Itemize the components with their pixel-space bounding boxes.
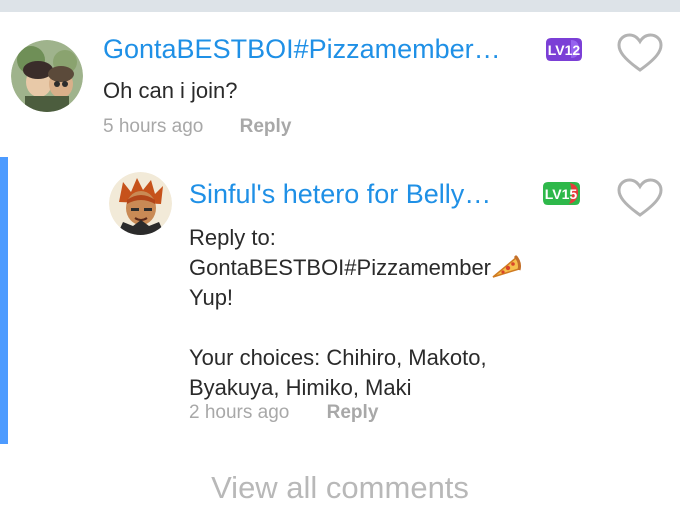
reply-line-2: Your choices: Chihiro, Makoto, (189, 345, 487, 370)
avatar[interactable] (11, 40, 83, 112)
comment-meta: 2 hours ago Reply (189, 402, 378, 424)
comment-text: Oh can i join? (103, 78, 238, 103)
comment-timestamp: 5 hours ago (103, 116, 204, 137)
level-badge-label: LV15 (545, 186, 578, 202)
level-badge-label: LV12 (548, 42, 581, 58)
avatar-image (109, 172, 172, 235)
comment-timestamp: 2 hours ago (189, 402, 290, 423)
reply-comment-item: Sinful's hetero for Belly… LV15 Reply to… (0, 157, 680, 444)
comment-meta: 5 hours ago Reply (103, 116, 291, 138)
reply-to-user[interactable]: GontaBESTBOI#Pizzamember (189, 255, 491, 280)
reply-button[interactable]: Reply (327, 402, 379, 424)
comment-username[interactable]: GontaBESTBOI#Pizzamember… (103, 34, 501, 65)
view-all-comments-link[interactable]: View all comments (0, 470, 680, 506)
heart-outline-icon[interactable] (617, 33, 663, 73)
level-badge: LV15 (542, 181, 581, 206)
reply-button[interactable]: Reply (240, 116, 292, 138)
reply-line-3: Byakuya, Himiko, Maki (189, 375, 412, 400)
reply-to-line: GontaBESTBOI#Pizzamember (189, 253, 522, 283)
level-badge: LV12 (545, 37, 583, 62)
avatar-image (11, 40, 83, 112)
avatar[interactable] (109, 172, 172, 235)
comment-username[interactable]: Sinful's hetero for Belly… (189, 179, 491, 210)
top-divider-bar (0, 0, 680, 12)
heart-outline-icon[interactable] (617, 178, 663, 218)
pizza-icon (491, 253, 522, 279)
comment-body: Reply to: GontaBESTBOI#Pizzamember Yup! … (189, 223, 522, 403)
comment-body: Oh can i join? (103, 76, 238, 106)
reply-to-label: Reply to: (189, 225, 276, 250)
comment-item: GontaBESTBOI#Pizzamember… LV12 Oh can i … (0, 12, 680, 157)
reply-line-1: Yup! (189, 285, 234, 310)
